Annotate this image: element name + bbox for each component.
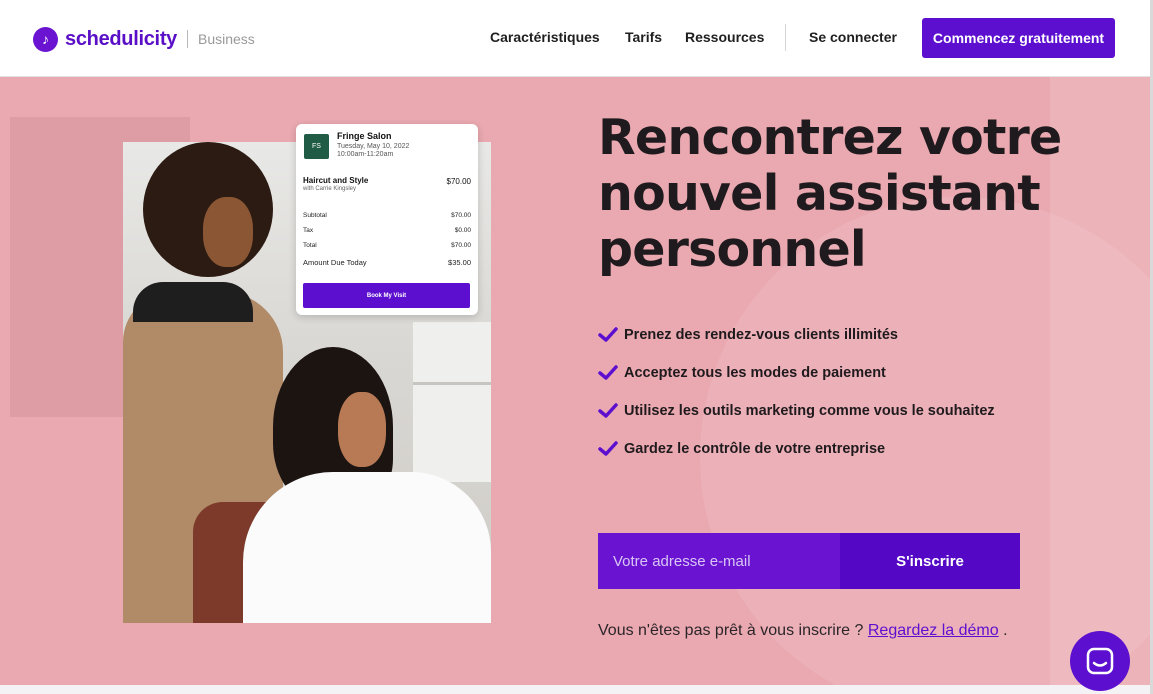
feature-item: Acceptez tous les modes de paiement	[598, 354, 995, 392]
brand-name: schedulicity	[65, 27, 177, 50]
receipt-row-tax: Tax $0.00	[303, 227, 471, 234]
salon-logo: FS	[304, 134, 329, 159]
checkmark-icon	[598, 327, 618, 342]
chat-icon	[1086, 647, 1114, 675]
logo-divider	[187, 30, 188, 48]
receipt-row-total: Total $70.00	[303, 242, 471, 249]
signup-form: S'inscrire	[598, 533, 1020, 589]
receipt-row-label: Amount Due Today	[303, 258, 367, 267]
start-free-button[interactable]: Commencez gratuitement	[922, 18, 1115, 58]
nav-link-ressources[interactable]: Ressources	[685, 29, 764, 45]
checkmark-icon	[598, 403, 618, 418]
demo-prompt-suffix: .	[998, 622, 1008, 639]
chat-launcher-button[interactable]	[1070, 631, 1130, 691]
demo-prompt: Vous n'êtes pas prêt à vous inscrire ? R…	[598, 622, 1008, 640]
top-navigation-bar: ♪ schedulicity Business Caractéristiques…	[0, 0, 1150, 77]
receipt-row-value: $70.00	[451, 242, 471, 249]
service-price: $70.00	[446, 177, 471, 186]
checkmark-icon	[598, 365, 618, 380]
demo-prompt-text: Vous n'êtes pas prêt à vous inscrire ?	[598, 622, 868, 639]
receipt-row-subtotal: Subtotal $70.00	[303, 212, 471, 219]
appointment-date: Tuesday, May 10, 2022	[337, 143, 410, 150]
photo-shelf-line	[413, 382, 491, 385]
photo-stylist-face	[203, 197, 253, 267]
appointment-time: 10:00am-11:20am	[337, 151, 394, 158]
checkmark-icon	[598, 441, 618, 456]
nav-link-caracteristiques[interactable]: Caractéristiques	[490, 29, 600, 45]
feature-item: Gardez le contrôle de votre entreprise	[598, 430, 995, 468]
email-input[interactable]	[598, 533, 840, 589]
feature-item: Utilisez les outils marketing comme vous…	[598, 392, 995, 430]
photo-client-cape	[243, 472, 491, 623]
brand-subtitle: Business	[198, 31, 255, 47]
receipt-row-label: Total	[303, 242, 317, 249]
service-provider: with Carrie Kingsley	[303, 186, 357, 192]
receipt-row-amount-due: Amount Due Today $35.00	[303, 258, 471, 267]
watch-demo-link[interactable]: Regardez la démo	[868, 622, 999, 639]
feature-text: Gardez le contrôle de votre entreprise	[624, 441, 886, 457]
feature-text: Acceptez tous les modes de paiement	[624, 365, 886, 381]
booking-receipt-card: FS Fringe Salon Tuesday, May 10, 2022 10…	[296, 124, 478, 315]
hero-bottom-edge	[0, 685, 1150, 694]
book-my-visit-button: Book My Visit	[303, 283, 470, 308]
feature-text: Prenez des rendez-vous clients illimités	[624, 327, 898, 343]
salon-name: Fringe Salon	[337, 131, 392, 141]
logo-mark-icon: ♪	[33, 26, 58, 52]
login-link[interactable]: Se connecter	[809, 29, 897, 45]
service-name: Haircut and Style	[303, 176, 369, 185]
receipt-row-value: $35.00	[448, 258, 471, 267]
receipt-row-value: $70.00	[451, 212, 471, 219]
photo-stylist-top	[133, 282, 253, 322]
receipt-row-label: Subtotal	[303, 212, 327, 219]
photo-shelf	[413, 322, 491, 482]
nav-link-tarifs[interactable]: Tarifs	[625, 29, 662, 45]
signup-button[interactable]: S'inscrire	[840, 533, 1020, 589]
feature-text: Utilisez les outils marketing comme vous…	[624, 403, 995, 419]
receipt-row-value: $0.00	[454, 227, 471, 234]
feature-item: Prenez des rendez-vous clients illimités	[598, 316, 995, 354]
hero-headline: Rencontrez votre nouvel assistant person…	[598, 109, 1062, 278]
nav-divider	[785, 24, 786, 51]
schedulicity-logo[interactable]: ♪ schedulicity Business	[33, 25, 255, 53]
receipt-row-label: Tax	[303, 227, 314, 234]
photo-client-face	[338, 392, 386, 467]
feature-list: Prenez des rendez-vous clients illimités…	[598, 316, 995, 468]
